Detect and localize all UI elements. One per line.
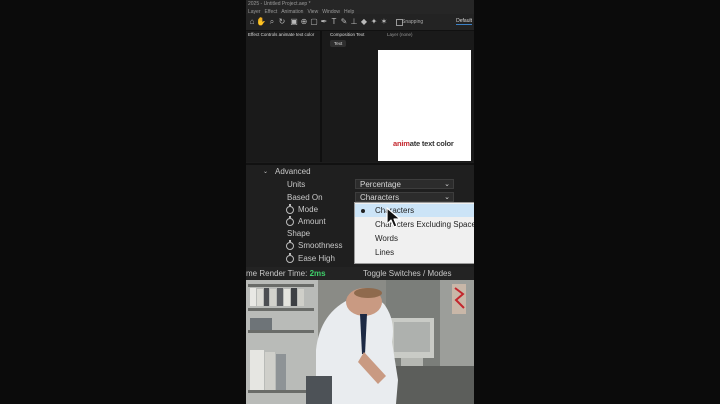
composition-canvas[interactable]: animate text color (378, 50, 471, 161)
reaction-video-clip (246, 280, 474, 404)
selected-bullet-icon (361, 209, 365, 213)
canvas-text-accent: anim (393, 139, 410, 148)
based-on-value: Characters (360, 193, 400, 202)
workspace-default[interactable]: Default (456, 18, 472, 25)
option-label: Lines (375, 248, 395, 257)
pen-tool-icon[interactable]: ✒ (320, 17, 328, 26)
units-value: Percentage (360, 180, 401, 189)
comp-sub-tab[interactable]: Text (330, 40, 347, 47)
smoothness-label: Smoothness (298, 241, 343, 250)
timeline-status-bar: me Render Time: 2ms Toggle Switches / Mo… (246, 267, 474, 280)
stamp-tool-icon[interactable]: ⊥ (350, 17, 358, 26)
effect-controls-tab[interactable]: Effect Controls animate text color (248, 32, 314, 37)
render-time-label: me Render Time: (246, 269, 308, 278)
zoom-tool-icon[interactable]: ⌕ (268, 17, 276, 26)
stopwatch-icon[interactable] (286, 240, 294, 250)
based-on-dropdown-menu: Characters Characters Excluding Spaces W… (354, 202, 474, 264)
type-tool-icon[interactable]: T (330, 17, 338, 26)
panels-area: Effect Controls animate text color Compo… (246, 31, 474, 162)
arrow-tool-icon[interactable]: ⌂ (248, 17, 256, 26)
dropdown-option-lines[interactable]: Lines (355, 246, 474, 259)
chevron-down-icon: ⌄ (444, 181, 450, 188)
stopwatch-icon[interactable] (286, 253, 294, 263)
render-time-value: 2ms (309, 269, 326, 278)
camera-tool-icon[interactable]: ▣ (290, 17, 298, 26)
dropdown-option-characters[interactable]: Characters (355, 204, 474, 217)
tools-toolbar: ⌂ ✋ ⌕ ↻ ▣ ⊕ ▢ ✒ T ✎ ⊥ ◆ ✦ ✶ Snapping Def… (246, 14, 474, 31)
canvas-text-rest: ate text color (409, 139, 454, 148)
frame-render-time: me Render Time: 2ms (246, 267, 326, 280)
brush-tool-icon[interactable]: ✎ (340, 17, 348, 26)
composition-panel: Composition Text Layer (none) Text anima… (322, 31, 474, 162)
pan-behind-tool-icon[interactable]: ⊕ (300, 17, 308, 26)
rotate-tool-icon[interactable]: ↻ (278, 17, 286, 26)
units-label: Units (287, 180, 306, 189)
timeline-properties: ⌄ Advanced Units Percentage ⌄ Based On C… (246, 163, 474, 269)
rectangle-tool-icon[interactable]: ▢ (310, 17, 318, 26)
mouse-cursor-icon (386, 207, 401, 228)
canvas-text: animate text color (393, 139, 454, 148)
advanced-label: Advanced (275, 167, 311, 176)
eraser-tool-icon[interactable]: ◆ (360, 17, 368, 26)
toggle-switches-modes[interactable]: Toggle Switches / Modes (363, 267, 452, 280)
option-label: Words (375, 234, 398, 243)
advanced-twirl-icon[interactable]: ⌄ (263, 168, 268, 175)
dropdown-option-characters-excluding-spaces[interactable]: Characters Excluding Spaces (355, 218, 474, 231)
roto-brush-tool-icon[interactable]: ✦ (370, 17, 378, 26)
dropdown-option-words[interactable]: Words (355, 232, 474, 245)
units-select[interactable]: Percentage ⌄ (355, 179, 454, 189)
amount-label: Amount (298, 217, 326, 226)
ease-high-label: Ease High (298, 254, 335, 263)
puppet-tool-icon[interactable]: ✶ (380, 17, 388, 26)
effect-controls-panel: Effect Controls animate text color (246, 31, 322, 162)
office-scene-image (246, 280, 474, 404)
snapping-label: Snapping (402, 19, 424, 25)
composition-tab[interactable]: Composition Text (330, 32, 364, 37)
mode-label: Mode (298, 205, 319, 214)
stopwatch-icon[interactable] (286, 204, 294, 214)
menu-bar: 2025 - Untitled Project.aep * Layer Effe… (246, 0, 474, 15)
layer-tab[interactable]: Layer (none) (387, 32, 413, 37)
based-on-select[interactable]: Characters ⌄ (355, 192, 454, 202)
after-effects-window: 2025 - Untitled Project.aep * Layer Effe… (246, 0, 474, 404)
shape-label: Shape (287, 229, 311, 238)
window-title: 2025 - Untitled Project.aep * (248, 1, 311, 7)
hand-tool-icon[interactable]: ✋ (256, 17, 266, 26)
based-on-label: Based On (287, 193, 323, 202)
stopwatch-icon[interactable] (286, 216, 294, 226)
